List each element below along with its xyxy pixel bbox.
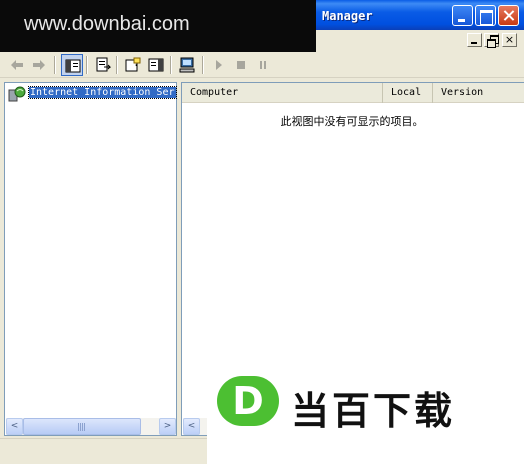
grip-icon (78, 423, 86, 431)
child-minimize-button[interactable] (467, 33, 482, 47)
tree-horizontal-scrollbar[interactable]: < > (6, 418, 176, 435)
watermark-text: 当百下载 (291, 389, 456, 433)
tree-item-label: Internet Information Ser (28, 86, 177, 99)
forward-arrow-icon (33, 60, 45, 70)
child-restore-button[interactable] (484, 33, 499, 48)
help-icon: ? (125, 57, 141, 72)
scroll-right-button[interactable]: > (159, 418, 176, 435)
stop-button[interactable] (230, 54, 252, 76)
toolbar-separator (54, 56, 56, 74)
iis-server-icon (8, 86, 26, 102)
toolbar-separator (86, 56, 88, 74)
forward-button[interactable] (28, 54, 50, 76)
child-close-button[interactable]: × (502, 33, 517, 47)
help-button[interactable]: ? (122, 54, 144, 76)
toolbar: ? (0, 52, 524, 78)
list-column-header: Computer Local Version (182, 83, 524, 103)
back-button[interactable] (6, 54, 28, 76)
maximize-icon (476, 6, 495, 25)
action-pane-icon (148, 58, 164, 72)
column-computer[interactable]: Computer (182, 83, 383, 103)
export-list-icon (96, 57, 111, 72)
connect-computer-button[interactable] (176, 54, 198, 76)
show-hide-console-tree-icon (65, 59, 81, 73)
scroll-left-button[interactable]: < (183, 418, 200, 435)
start-button[interactable] (208, 54, 230, 76)
export-list-button[interactable] (92, 54, 114, 76)
mdi-controls: × (316, 30, 524, 52)
column-local[interactable]: Local (383, 83, 433, 103)
watermark-url: www.downbai.com (24, 13, 190, 35)
close-button[interactable] (498, 5, 519, 26)
empty-list-message: 此视图中没有可显示的项目。 (280, 115, 424, 128)
close-icon: × (504, 33, 515, 46)
watermark-logo: D (217, 376, 279, 426)
chevron-right-icon: > (163, 421, 172, 431)
chevron-left-icon: < (10, 421, 19, 431)
maximize-button[interactable] (475, 5, 496, 26)
play-icon (216, 60, 222, 70)
connect-computer-icon (179, 57, 195, 73)
pause-icon (260, 61, 266, 69)
chevron-left-icon: < (187, 421, 196, 431)
scroll-thumb[interactable] (23, 418, 141, 435)
action-pane-button[interactable] (145, 54, 167, 76)
close-icon (499, 6, 518, 25)
stop-icon (237, 61, 245, 69)
minimize-icon (453, 6, 472, 25)
minimize-button[interactable] (452, 5, 473, 26)
watermark-logo-area: D 当百下载 (207, 344, 524, 464)
scroll-left-button[interactable]: < (6, 418, 23, 435)
pause-button[interactable] (252, 54, 274, 76)
minimize-icon (468, 34, 481, 46)
back-arrow-icon (11, 60, 23, 70)
show-hide-tree-button[interactable] (61, 54, 83, 76)
toolbar-separator (202, 56, 204, 74)
console-tree[interactable]: Internet Information Ser < > (4, 82, 177, 436)
window-title: Manager (322, 9, 373, 23)
column-version[interactable]: Version (433, 83, 524, 103)
watermark-banner: www.downbai.com (0, 0, 316, 52)
toolbar-separator (170, 56, 172, 74)
toolbar-separator (116, 56, 118, 74)
restore-icon (485, 34, 499, 48)
